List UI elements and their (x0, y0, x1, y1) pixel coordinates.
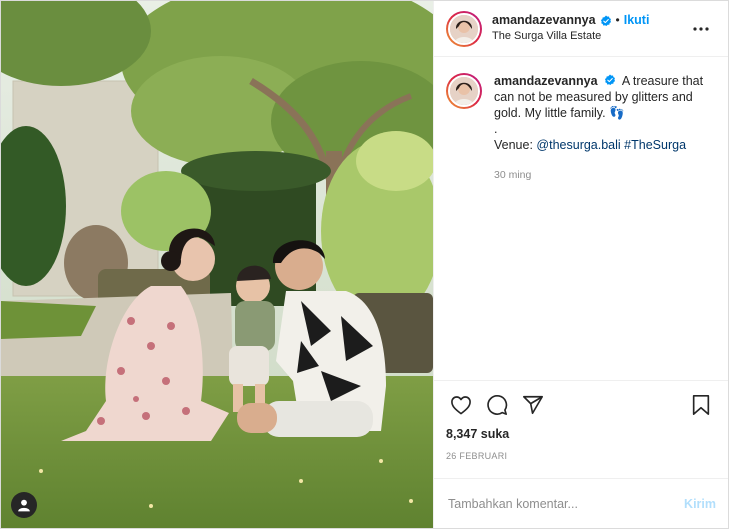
family-photo-illustration (1, 1, 433, 528)
caption-avatar[interactable] (446, 73, 482, 109)
like-button[interactable] (446, 390, 476, 420)
send-icon (523, 395, 543, 415)
caption-text-block: amandazevannya A treasure that can not b… (494, 73, 704, 183)
post-photo[interactable] (1, 1, 433, 528)
location-link[interactable]: The Surga Villa Estate (492, 30, 688, 44)
comment-button[interactable] (482, 390, 512, 420)
caption-dot: . (494, 122, 498, 136)
caption: amandazevannya A treasure that can not b… (446, 73, 714, 183)
follow-button[interactable]: Ikuti (624, 13, 650, 29)
person-icon (18, 499, 30, 512)
verified-badge-icon (600, 15, 611, 26)
caption-venue-line: Venue: @thesurga.bali #TheSurga (494, 137, 704, 153)
comment-form: Kirim (434, 478, 728, 528)
instagram-post: amandazevannya • Ikuti The Surga Villa E… (0, 0, 729, 529)
post-date[interactable]: 26 FEBRUARI (446, 451, 716, 461)
share-button[interactable] (518, 390, 548, 420)
caption-time-ago[interactable]: 30 ming (494, 167, 704, 183)
action-bar: 8,347 suka 26 FEBRUARI (434, 380, 728, 478)
more-horizontal-icon (693, 26, 709, 31)
username-link[interactable]: amandazevannya (492, 13, 596, 29)
post-side-panel: amandazevannya • Ikuti The Surga Villa E… (433, 1, 728, 528)
post-header: amandazevannya • Ikuti The Surga Villa E… (434, 1, 728, 57)
hashtag-link[interactable]: #TheSurga (624, 138, 686, 152)
post-comment-button[interactable]: Kirim (684, 497, 716, 511)
save-button[interactable] (686, 390, 716, 420)
comment-input[interactable] (448, 496, 685, 511)
profile-picture-icon (450, 14, 478, 43)
likes-count[interactable]: 8,347 suka (446, 427, 716, 441)
comments-section: amandazevannya A treasure that can not b… (434, 57, 728, 380)
avatar[interactable] (446, 10, 482, 47)
caption-username-link[interactable]: amandazevannya (494, 74, 598, 88)
bookmark-icon (692, 395, 710, 415)
comment-icon (487, 394, 508, 415)
header-text: amandazevannya • Ikuti The Surga Villa E… (492, 13, 688, 44)
separator-dot: • (615, 13, 620, 28)
heart-icon (451, 396, 471, 415)
user-tag-icon[interactable] (11, 492, 37, 518)
venue-prefix: Venue: (494, 138, 533, 152)
verified-badge-icon (604, 74, 616, 86)
venue-mention-link[interactable]: @thesurga.bali (536, 138, 620, 152)
more-options-button[interactable] (688, 16, 714, 42)
profile-picture-icon (450, 77, 478, 105)
